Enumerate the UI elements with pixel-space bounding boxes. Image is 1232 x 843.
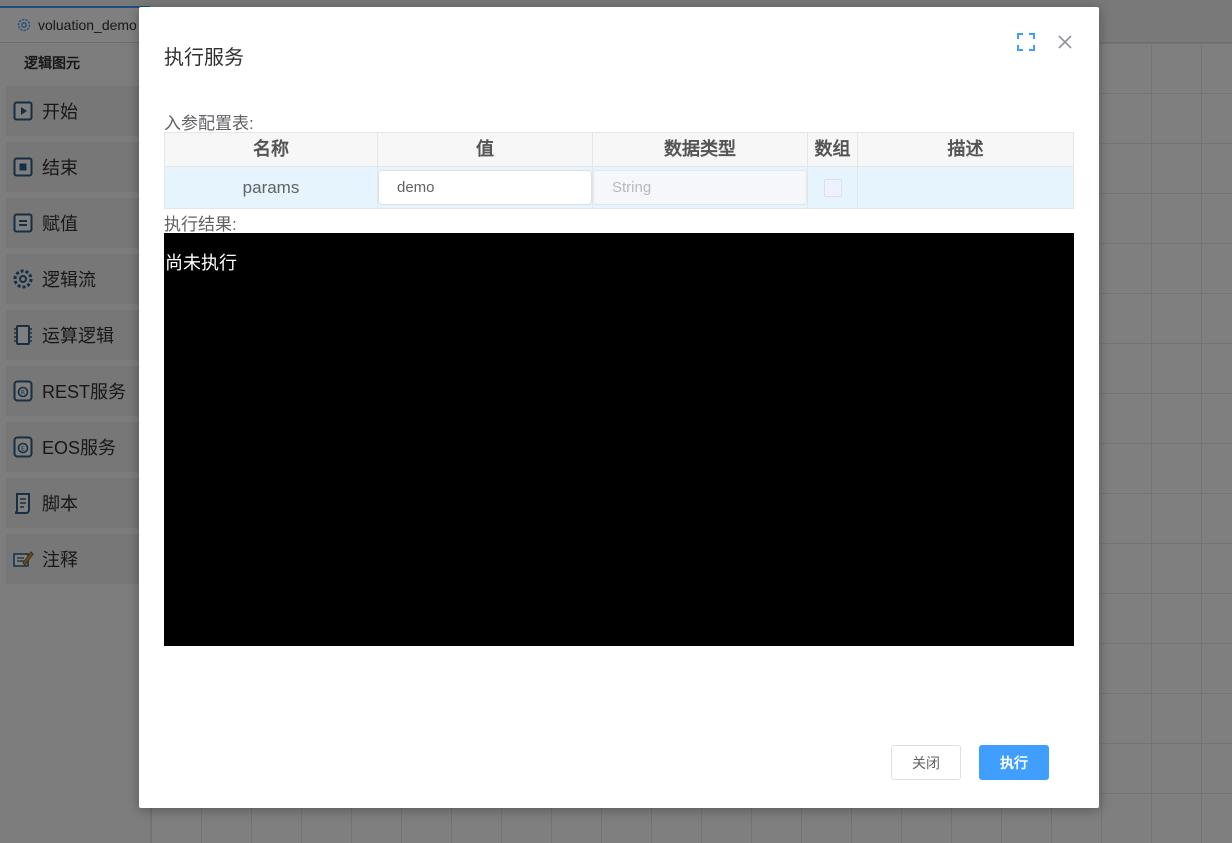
close-button[interactable]: 关闭 <box>891 745 961 780</box>
param-value-input[interactable] <box>378 170 592 205</box>
fullscreen-icon[interactable] <box>1015 31 1037 53</box>
column-header-type: 数据类型 <box>593 133 808 166</box>
param-table: 名称 值 数据类型 数组 描述 params <box>164 132 1074 209</box>
execute-service-dialog: 执行服务 入参配置表: 名称 值 数据类型 数组 描述 params demo … <box>139 7 1099 808</box>
run-button[interactable]: 执行 <box>979 745 1049 780</box>
result-section-label: 执行结果: <box>164 215 237 234</box>
table-row: params <box>165 167 1073 208</box>
param-section-label: 入参配置表: <box>164 114 254 133</box>
dialog-title: 执行服务 <box>164 47 244 69</box>
array-checkbox[interactable] <box>823 178 842 197</box>
column-header-description: 描述 <box>947 139 984 159</box>
param-name-cell: params <box>165 167 378 208</box>
param-array-cell <box>808 167 858 208</box>
app-root: voluation_demo 逻辑图元 开始 结束 赋值 <box>0 0 1232 843</box>
param-type-cell <box>593 167 808 208</box>
param-description-cell <box>858 167 1073 208</box>
column-header-name: 名称 <box>165 133 378 166</box>
param-value-cell <box>378 167 593 208</box>
table-header: 名称 值 数据类型 数组 描述 <box>165 133 1073 167</box>
column-header-array: 数组 <box>808 133 858 166</box>
close-icon[interactable] <box>1055 32 1075 52</box>
column-header-value: 值 <box>378 133 593 166</box>
result-text: 尚未执行 <box>165 253 237 274</box>
result-console: 尚未执行 <box>164 233 1074 646</box>
param-type-input <box>593 170 807 205</box>
